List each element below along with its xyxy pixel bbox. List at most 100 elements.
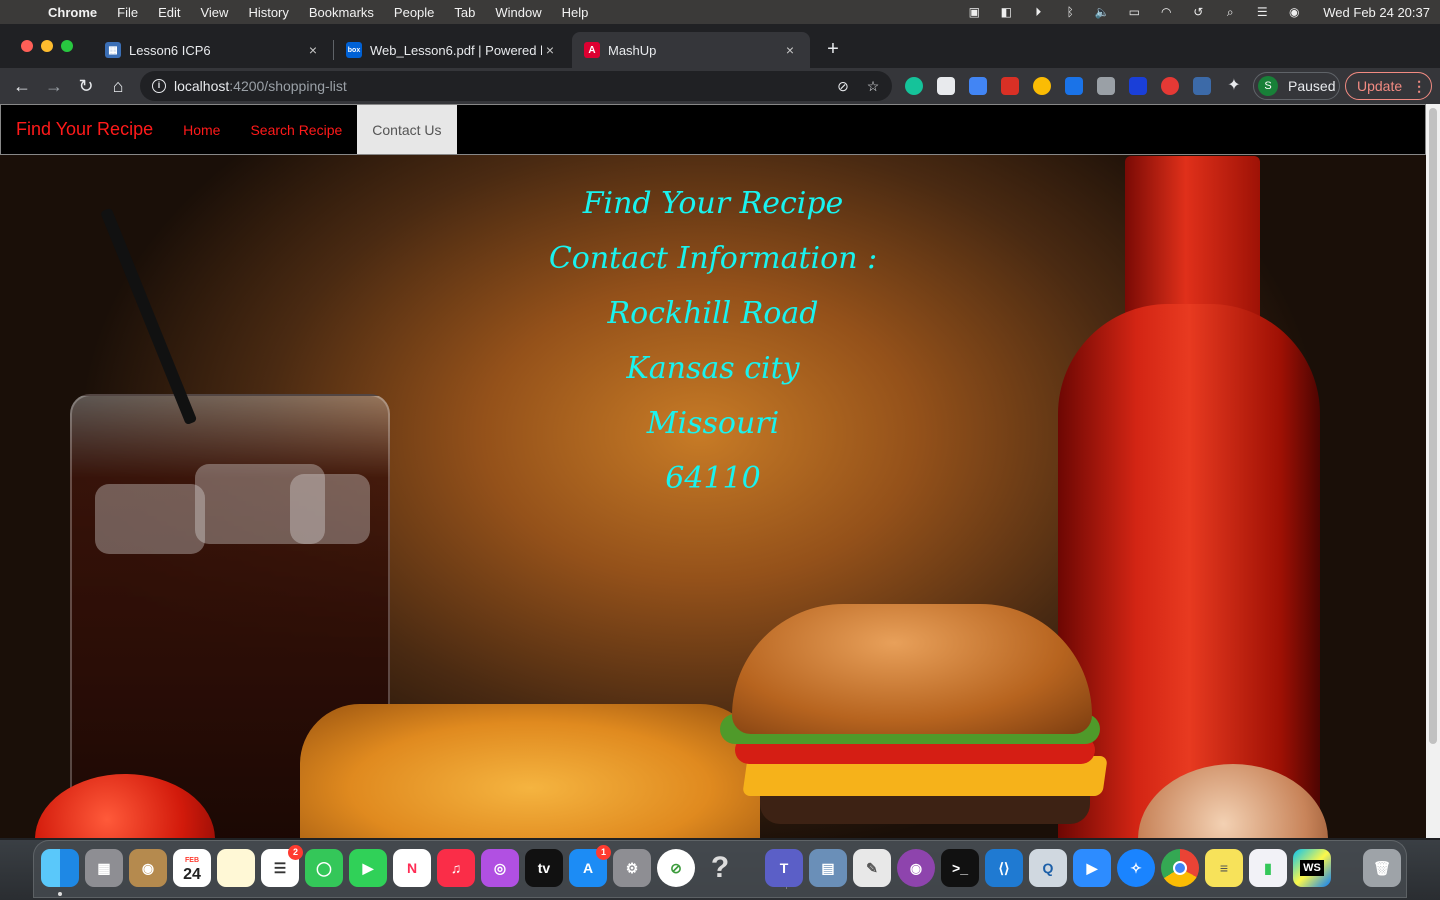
window-extension-icon[interactable] — [937, 77, 955, 95]
calendar-icon[interactable]: FEB 24 — [173, 849, 211, 887]
menu-app-chrome[interactable]: Chrome — [38, 5, 107, 20]
minimize-window-button[interactable] — [41, 40, 53, 52]
reminders-icon[interactable]: ☰ 2 — [261, 845, 303, 887]
app-status-icon[interactable]: ◧ — [997, 5, 1015, 19]
back-arrow-icon[interactable]: ← — [10, 74, 34, 98]
notes-icon[interactable] — [217, 849, 255, 887]
address-bar[interactable]: i localhost :4200/shopping-list ⊘ ☆ — [140, 71, 892, 101]
close-tab-icon[interactable]: × — [782, 42, 798, 58]
bluetooth-icon[interactable]: ᛒ — [1061, 5, 1079, 19]
terminal-icon[interactable]: >_ — [941, 849, 979, 887]
close-window-button[interactable] — [21, 40, 33, 52]
contact-zip: 64110 — [665, 461, 761, 496]
menu-tab[interactable]: Tab — [444, 5, 485, 20]
tool-extension-icon[interactable] — [1193, 77, 1211, 95]
tab-lesson6-icp6[interactable]: ▦ Lesson6 ICP6 × — [93, 32, 333, 68]
site-brand-link[interactable]: Find Your Recipe — [1, 105, 168, 154]
nav-contact-us-link[interactable]: Contact Us — [357, 105, 457, 154]
spotlight-search-icon[interactable]: ⌕ — [1221, 5, 1239, 19]
menu-help[interactable]: Help — [552, 5, 599, 20]
list-extension-icon[interactable] — [1129, 77, 1147, 95]
tab-label: Web_Lesson6.pdf | Powered by Box — [370, 42, 542, 58]
numbers-icon[interactable]: ▮ — [1249, 849, 1287, 887]
trash-icon[interactable]: 🗑 — [1363, 849, 1401, 887]
zoom-status-icon[interactable]: ▣ — [965, 5, 983, 19]
menu-bookmarks[interactable]: Bookmarks — [299, 5, 384, 20]
tab-label: Lesson6 ICP6 — [129, 42, 211, 58]
messages-icon[interactable]: ◯ — [305, 849, 343, 887]
quicktime-icon[interactable]: Q — [1029, 849, 1067, 887]
scrollbar-thumb[interactable] — [1429, 108, 1437, 744]
teams-icon[interactable]: T — [765, 849, 803, 887]
reload-icon[interactable]: ↻ — [74, 74, 98, 98]
puzzle-extensions-icon[interactable]: ✦ — [1225, 77, 1243, 95]
nav-search-recipe-link[interactable]: Search Recipe — [235, 105, 357, 154]
menu-people[interactable]: People — [384, 5, 444, 20]
siri-icon[interactable]: ◉ — [1285, 5, 1303, 19]
macos-menu-bar: Chrome File Edit View History Bookmarks … — [0, 0, 1440, 24]
bookmark-star-icon[interactable]: ☆ — [864, 77, 882, 95]
url-path: :4200/shopping-list — [229, 78, 347, 94]
burger-bun-image — [732, 604, 1092, 734]
reminders-badge: 2 — [288, 845, 303, 860]
facetime-icon[interactable]: ▶ — [349, 849, 387, 887]
notes-extension-icon[interactable] — [1097, 77, 1115, 95]
finder-icon[interactable] — [41, 849, 79, 896]
home-icon[interactable]: ⌂ — [106, 74, 130, 98]
contact-street: Rockhill Road — [607, 296, 819, 331]
layers-extension-icon[interactable] — [1065, 77, 1083, 95]
blocked-icon[interactable]: ⊘ — [834, 77, 852, 95]
launchpad-icon[interactable]: ▦ — [85, 849, 123, 887]
zoom-icon[interactable]: ▶ — [1073, 849, 1111, 887]
menu-view[interactable]: View — [190, 5, 238, 20]
update-chrome-button[interactable]: Update ⋮ — [1345, 72, 1432, 100]
translate-extension-icon[interactable] — [969, 77, 987, 95]
menu-history[interactable]: History — [238, 5, 298, 20]
page-scrollbar[interactable] — [1426, 104, 1440, 838]
preview-icon[interactable]: ▤ — [809, 849, 847, 887]
apple-tv-icon[interactable]: tv — [525, 849, 563, 887]
webstorm-icon[interactable]: WS — [1293, 849, 1331, 887]
browser-toolbar: ← → ↻ ⌂ i localhost :4200/shopping-list … — [0, 68, 1440, 104]
pdf-extension-icon[interactable] — [1001, 77, 1019, 95]
safari-icon[interactable]: ✧ — [1117, 849, 1155, 887]
power-extension-icon[interactable] — [1161, 77, 1179, 95]
tab-web-lesson6-pdf[interactable]: box Web_Lesson6.pdf | Powered by Box × — [334, 32, 570, 68]
close-tab-icon[interactable]: × — [305, 42, 321, 58]
podcasts-icon[interactable]: ◎ — [481, 849, 519, 887]
contact-subheading: Contact Information : — [548, 241, 878, 276]
profile-paused-button[interactable]: S Paused — [1253, 72, 1340, 100]
menu-edit[interactable]: Edit — [148, 5, 190, 20]
app-store-icon[interactable]: A1 — [569, 845, 611, 887]
nav-home-link[interactable]: Home — [168, 105, 235, 154]
tab-mashup[interactable]: A MashUp × — [572, 32, 810, 68]
forward-arrow-icon[interactable]: → — [42, 74, 66, 98]
vscode-icon[interactable]: ⟨⟩ — [985, 849, 1023, 887]
volume-icon[interactable]: 🔈 — [1093, 5, 1111, 19]
contacts-icon[interactable]: ◉ — [129, 849, 167, 887]
wifi-icon[interactable]: ◠ — [1157, 5, 1175, 19]
close-tab-icon[interactable]: × — [542, 42, 558, 58]
time-machine-icon[interactable]: ↺ — [1189, 5, 1207, 19]
music-icon[interactable]: ♫ — [437, 849, 475, 887]
stickies-icon[interactable]: ≡ — [1205, 849, 1243, 887]
menu-file[interactable]: File — [107, 5, 148, 20]
news-icon[interactable]: N — [393, 849, 431, 887]
textedit-icon[interactable]: ✎ — [853, 849, 891, 887]
fullscreen-window-button[interactable] — [61, 40, 73, 52]
menu-clock[interactable]: Wed Feb 24 20:37 — [1323, 5, 1430, 20]
grammarly-extension-icon[interactable] — [905, 77, 923, 95]
menu-window[interactable]: Window — [485, 5, 551, 20]
color-extension-icon[interactable] — [1033, 77, 1051, 95]
unknown-app-icon[interactable]: ? — [701, 849, 739, 887]
antivirus-icon[interactable]: ⊘ — [657, 849, 695, 887]
github-desktop-icon[interactable]: ◉ — [897, 849, 935, 887]
new-tab-button[interactable]: + — [822, 38, 844, 60]
control-center-icon[interactable]: ☰ — [1253, 5, 1271, 19]
play-status-icon[interactable]: ⏵ — [1029, 5, 1047, 19]
battery-icon[interactable]: ▭ — [1125, 5, 1143, 19]
site-navbar: Find Your Recipe Home Search Recipe Cont… — [0, 104, 1426, 155]
chrome-icon[interactable] — [1161, 849, 1199, 887]
system-preferences-icon[interactable]: ⚙ — [613, 849, 651, 887]
site-info-icon[interactable]: i — [152, 79, 166, 93]
